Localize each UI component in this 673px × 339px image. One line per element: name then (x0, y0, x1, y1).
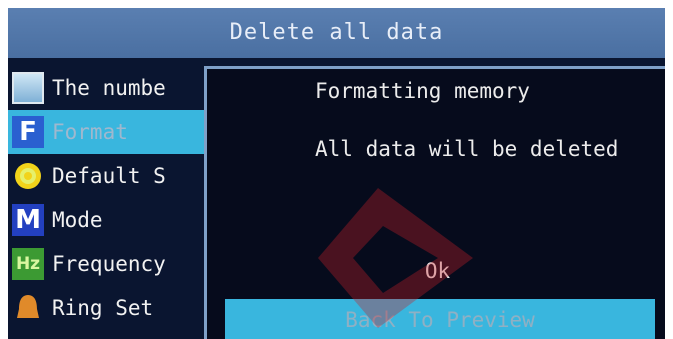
menu-item-ring-set[interactable]: Ring Set (8, 286, 208, 330)
dialog-message: All data will be deleted (315, 137, 619, 161)
menu-item-mode[interactable]: M Mode (8, 198, 208, 242)
menu-item-format[interactable]: F Format (8, 110, 208, 154)
menu-item-number[interactable]: The numbe (8, 66, 208, 110)
mode-m-icon: M (12, 204, 44, 236)
menu-item-frequency[interactable]: Hz Frequency (8, 242, 208, 286)
format-f-icon: F (12, 116, 44, 148)
picture-icon (12, 72, 44, 104)
screen-title: Delete all data (8, 8, 665, 58)
menu-item-default-settings[interactable]: Default S (8, 154, 208, 198)
menu-item-label: Frequency (52, 252, 166, 276)
settings-menu: The numbe F Format Default S M Mode Hz F… (8, 66, 208, 330)
menu-item-label: Ring Set (52, 296, 154, 320)
gear-icon (12, 160, 44, 192)
hz-icon: Hz (12, 248, 44, 280)
menu-item-label: Mode (52, 208, 103, 232)
menu-item-label: Format (52, 120, 128, 144)
device-screen: Delete all data The numbe F Format Defau… (8, 8, 665, 339)
menu-item-label: The numbe (52, 76, 166, 100)
dialog-title: Formatting memory (315, 79, 530, 103)
format-dialog: Formatting memory All data will be delet… (204, 66, 665, 339)
bell-icon (12, 292, 44, 324)
menu-item-label: Default S (52, 164, 166, 188)
back-to-preview-button[interactable]: Back To Preview (225, 299, 655, 339)
ok-button[interactable]: Ok (207, 259, 665, 283)
